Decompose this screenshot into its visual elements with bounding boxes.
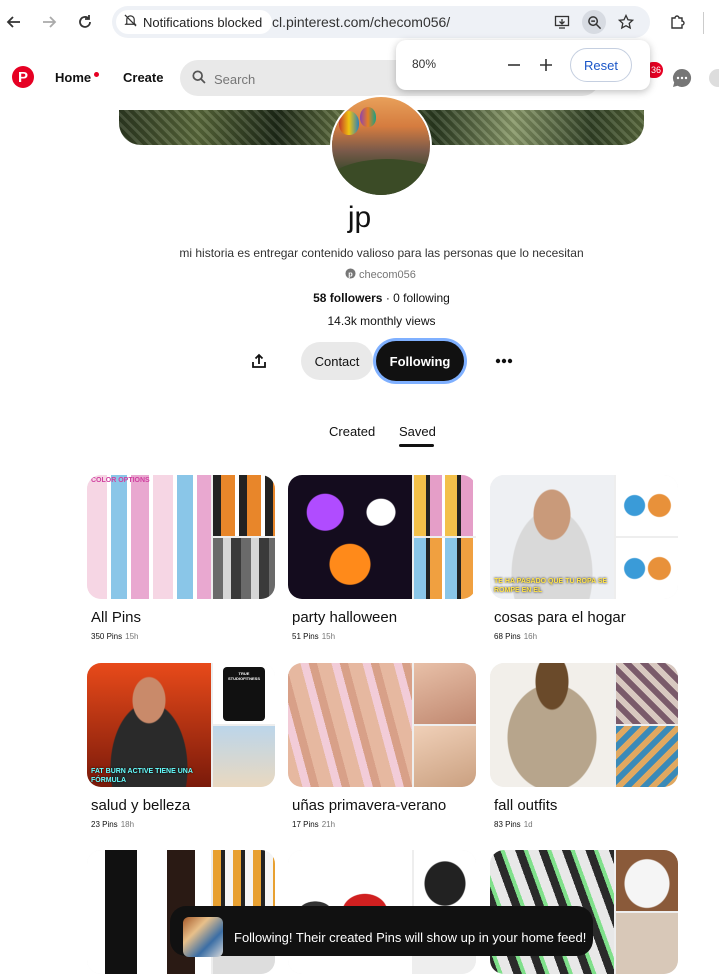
- followers-count[interactable]: 58 followers: [313, 291, 382, 305]
- bookmark-star-icon[interactable]: [614, 10, 638, 34]
- toast-thumbnail: [183, 917, 223, 957]
- address-bar[interactable]: Notifications blocked cl.pinterest.com/c…: [112, 6, 650, 38]
- board-meta: 51 Pins 15h: [292, 632, 335, 641]
- board-cover-overlay-text: TRUE STUDIOFITNESS: [227, 671, 260, 681]
- extensions-icon[interactable]: [665, 10, 689, 34]
- forward-arrow-icon[interactable]: [37, 10, 61, 34]
- contact-button[interactable]: Contact: [301, 342, 373, 380]
- reload-icon[interactable]: [73, 10, 97, 34]
- pinterest-logo[interactable]: P: [12, 66, 34, 88]
- profile-name: jp: [347, 201, 372, 234]
- follow-separator: ·: [382, 291, 394, 305]
- url-text[interactable]: cl.pinterest.com/checom056/: [272, 14, 450, 30]
- board-title: fall outfits: [494, 797, 558, 814]
- share-icon[interactable]: [247, 349, 271, 373]
- zoom-reset-button[interactable]: Reset: [570, 48, 632, 82]
- nav-create[interactable]: Create: [123, 70, 163, 85]
- follow-stats: 58 followers · 0 following: [0, 291, 719, 305]
- profile-bio: mi historia es entregar contenido valios…: [179, 246, 584, 260]
- board-updated-time: 1d: [523, 820, 533, 829]
- board-meta: 23 Pins 18h: [91, 820, 134, 829]
- board-title: salud y belleza: [91, 797, 191, 814]
- board-cover: FAT BURN ACTIVE TIENE UNA FÓRMULA TRUE S…: [87, 663, 275, 787]
- toolbar-divider: [703, 12, 704, 34]
- board-cover: COLOR OPTIONS: [87, 475, 275, 599]
- notifications-blocked-chip[interactable]: Notifications blocked: [116, 10, 273, 34]
- monthly-views: 14.3k monthly views: [327, 314, 436, 328]
- svg-text:p: p: [348, 269, 353, 278]
- board-cover-overlay-text: FAT BURN ACTIVE TIENE UNA FÓRMULA: [91, 768, 193, 784]
- board-pin-count: 83 Pins: [494, 820, 521, 829]
- board-meta: 83 Pins 1d: [494, 820, 533, 829]
- following-button[interactable]: Following: [376, 341, 464, 381]
- board-title: cosas para el hogar: [494, 609, 626, 626]
- search-icon: [192, 70, 206, 89]
- profile-handle: p checom056: [345, 268, 416, 282]
- zoom-popup: 80% Reset: [396, 40, 650, 90]
- board-cover: [490, 663, 678, 787]
- zoom-icon[interactable]: [582, 10, 606, 34]
- board-pin-count: 350 Pins: [91, 632, 123, 641]
- board-title: All Pins: [91, 609, 142, 626]
- pinterest-small-icon: p: [345, 268, 356, 282]
- active-tab-indicator: [399, 444, 434, 447]
- board-pin-count: 68 Pins: [494, 632, 521, 641]
- board-updated-time: 15h: [321, 632, 336, 641]
- handle-text: checom056: [359, 269, 416, 281]
- board-cover-overlay-text: TE HA PASADO QUE TU ROPA SE ROMPE EN EL: [494, 578, 608, 594]
- board-title: party halloween: [292, 609, 398, 626]
- board-updated-time: 16h: [523, 632, 538, 641]
- board-title: uñas primavera-verano: [292, 797, 447, 814]
- home-notification-dot: [94, 72, 99, 77]
- board-pin-count: 23 Pins: [91, 820, 118, 829]
- back-arrow-icon[interactable]: [2, 10, 26, 34]
- board-updated-time: 18h: [120, 820, 135, 829]
- zoom-level: 80%: [412, 57, 437, 71]
- following-count[interactable]: 0 following: [393, 291, 450, 305]
- board-cover: TE HA PASADO QUE TU ROPA SE ROMPE EN EL: [490, 475, 678, 599]
- board-cover: [288, 475, 476, 599]
- account-avatar[interactable]: [709, 69, 719, 87]
- board-meta: 68 Pins 16h: [494, 632, 537, 641]
- follow-toast: Following! Their created Pins will show …: [170, 906, 593, 957]
- zoom-out-icon[interactable]: [502, 53, 526, 77]
- board-pin-count: 17 Pins: [292, 820, 319, 829]
- install-app-icon[interactable]: [550, 10, 574, 34]
- tab-created[interactable]: Created: [329, 424, 375, 439]
- board-cover-overlay-text: COLOR OPTIONS: [91, 477, 150, 484]
- board-meta: 17 Pins 21h: [292, 820, 335, 829]
- board-pin-count: 51 Pins: [292, 632, 319, 641]
- bell-off-icon: [124, 14, 137, 30]
- board-cover: [288, 663, 476, 787]
- more-options-icon[interactable]: [491, 349, 517, 373]
- nav-home[interactable]: Home: [55, 70, 91, 85]
- zoom-in-icon[interactable]: [534, 53, 558, 77]
- messages-icon[interactable]: [672, 68, 692, 93]
- profile-avatar: [332, 97, 430, 195]
- toast-message: Following! Their created Pins will show …: [234, 930, 587, 945]
- notifications-blocked-label: Notifications blocked: [143, 14, 263, 30]
- board-meta: 350 Pins 15h: [91, 632, 139, 641]
- tab-saved[interactable]: Saved: [399, 424, 436, 439]
- board-updated-time: 15h: [125, 632, 139, 641]
- board-updated-time: 21h: [321, 820, 336, 829]
